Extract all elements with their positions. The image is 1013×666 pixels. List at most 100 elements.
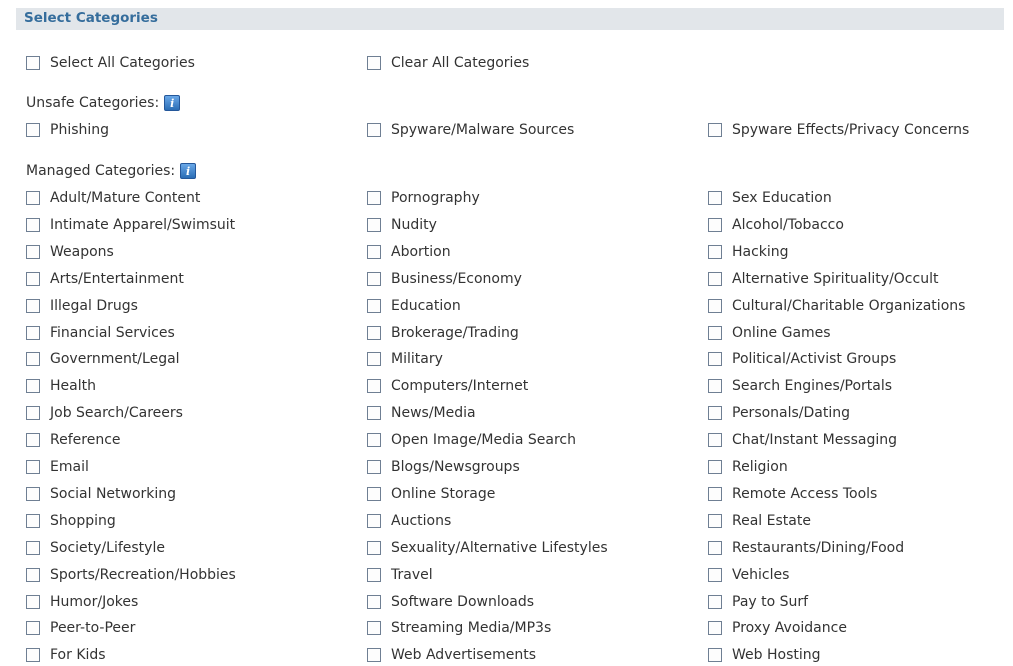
info-icon[interactable]: i: [180, 163, 197, 179]
category-checkbox-health[interactable]: Health: [26, 375, 96, 397]
category-checkbox-adult-mature-content[interactable]: Adult/Mature Content: [26, 187, 200, 209]
category-checkbox-vehicles[interactable]: Vehicles: [708, 564, 789, 586]
checkbox-box[interactable]: [367, 594, 381, 609]
checkbox-box[interactable]: [367, 271, 381, 286]
category-checkbox-financial-services[interactable]: Financial Services: [26, 322, 175, 344]
checkbox-box[interactable]: [26, 621, 40, 636]
checkbox-box[interactable]: [367, 460, 381, 474]
checkbox-box[interactable]: [708, 648, 722, 663]
category-checkbox-society-lifestyle[interactable]: Society/Lifestyle: [26, 537, 165, 559]
category-checkbox-alternative-spirituality-occult[interactable]: Alternative Spirituality/Occult: [708, 268, 938, 290]
checkbox-box[interactable]: [708, 191, 722, 205]
checkbox-box[interactable]: [26, 513, 40, 528]
checkbox-box[interactable]: [26, 433, 40, 448]
checkbox-box[interactable]: [708, 244, 722, 259]
category-checkbox-shopping[interactable]: Shopping: [26, 510, 116, 532]
category-checkbox-nudity[interactable]: Nudity: [367, 214, 437, 236]
checkbox-box[interactable]: [708, 433, 722, 448]
category-checkbox-real-estate[interactable]: Real Estate: [708, 510, 811, 532]
category-checkbox-alcohol-tobacco[interactable]: Alcohol/Tobacco: [708, 214, 844, 236]
category-checkbox-education[interactable]: Education: [367, 295, 461, 317]
category-checkbox-hacking[interactable]: Hacking: [708, 241, 789, 263]
checkbox-box[interactable]: [367, 486, 381, 501]
category-checkbox-weapons[interactable]: Weapons: [26, 241, 114, 263]
category-checkbox-peer-to-peer[interactable]: Peer-to-Peer: [26, 617, 135, 639]
select-all-checkbox[interactable]: Select All Categories: [26, 52, 195, 74]
category-checkbox-cultural-charitable-organizations[interactable]: Cultural/Charitable Organizations: [708, 295, 965, 317]
clear-all-checkbox[interactable]: Clear All Categories: [367, 52, 529, 74]
category-checkbox-government-legal[interactable]: Government/Legal: [26, 348, 180, 370]
category-checkbox-web-hosting[interactable]: Web Hosting: [708, 644, 821, 666]
checkbox-box[interactable]: [26, 352, 40, 367]
category-checkbox-business-economy[interactable]: Business/Economy: [367, 268, 522, 290]
category-checkbox-remote-access-tools[interactable]: Remote Access Tools: [708, 483, 877, 505]
checkbox-box[interactable]: [708, 594, 722, 609]
checkbox-box[interactable]: [708, 406, 722, 421]
checkbox-box[interactable]: [26, 244, 40, 259]
checkbox-box[interactable]: [708, 540, 722, 555]
category-checkbox-email[interactable]: Email: [26, 456, 89, 478]
checkbox-box[interactable]: [708, 567, 722, 582]
category-checkbox-for-kids[interactable]: For Kids: [26, 644, 106, 666]
checkbox-box[interactable]: [367, 244, 381, 259]
checkbox-box[interactable]: [26, 217, 40, 232]
checkbox-box[interactable]: [708, 325, 722, 340]
checkbox-box[interactable]: [26, 594, 40, 609]
checkbox-box[interactable]: [26, 460, 40, 474]
category-checkbox-reference[interactable]: Reference: [26, 429, 121, 451]
checkbox-box[interactable]: [367, 191, 381, 205]
checkbox-box[interactable]: [367, 56, 381, 70]
checkbox-box[interactable]: [367, 325, 381, 340]
checkbox-box[interactable]: [708, 513, 722, 528]
category-checkbox-search-engines-portals[interactable]: Search Engines/Portals: [708, 375, 892, 397]
category-checkbox-social-networking[interactable]: Social Networking: [26, 483, 176, 505]
checkbox-box[interactable]: [26, 406, 40, 421]
category-checkbox-phishing[interactable]: Phishing: [26, 119, 109, 141]
checkbox-box[interactable]: [367, 406, 381, 421]
category-checkbox-proxy-avoidance[interactable]: Proxy Avoidance: [708, 617, 847, 639]
category-checkbox-news-media[interactable]: News/Media: [367, 402, 476, 424]
category-checkbox-open-image-media-search[interactable]: Open Image/Media Search: [367, 429, 576, 451]
checkbox-box[interactable]: [367, 433, 381, 448]
checkbox-box[interactable]: [26, 325, 40, 340]
checkbox-box[interactable]: [708, 217, 722, 232]
checkbox-box[interactable]: [367, 352, 381, 367]
category-checkbox-sex-education[interactable]: Sex Education: [708, 187, 832, 209]
checkbox-box[interactable]: [708, 486, 722, 501]
category-checkbox-spyware-effects-privacy-concerns[interactable]: Spyware Effects/Privacy Concerns: [708, 119, 969, 141]
checkbox-box[interactable]: [367, 567, 381, 582]
checkbox-box[interactable]: [367, 123, 381, 137]
checkbox-box[interactable]: [26, 379, 40, 394]
checkbox-box[interactable]: [26, 567, 40, 582]
checkbox-box[interactable]: [708, 271, 722, 286]
checkbox-box[interactable]: [367, 513, 381, 528]
category-checkbox-computers-internet[interactable]: Computers/Internet: [367, 375, 528, 397]
checkbox-box[interactable]: [367, 621, 381, 636]
category-checkbox-web-advertisements[interactable]: Web Advertisements: [367, 644, 536, 666]
checkbox-box[interactable]: [367, 540, 381, 555]
checkbox-box[interactable]: [26, 271, 40, 286]
checkbox-box[interactable]: [708, 352, 722, 367]
category-checkbox-arts-entertainment[interactable]: Arts/Entertainment: [26, 268, 184, 290]
checkbox-box[interactable]: [26, 191, 40, 205]
category-checkbox-military[interactable]: Military: [367, 348, 443, 370]
category-checkbox-auctions[interactable]: Auctions: [367, 510, 451, 532]
category-checkbox-humor-jokes[interactable]: Humor/Jokes: [26, 591, 138, 613]
checkbox-box[interactable]: [367, 379, 381, 394]
category-checkbox-restaurants-dining-food[interactable]: Restaurants/Dining/Food: [708, 537, 904, 559]
category-checkbox-blogs-newsgroups[interactable]: Blogs/Newsgroups: [367, 456, 520, 478]
checkbox-box[interactable]: [26, 648, 40, 663]
category-checkbox-religion[interactable]: Religion: [708, 456, 788, 478]
category-checkbox-job-search-careers[interactable]: Job Search/Careers: [26, 402, 183, 424]
category-checkbox-pornography[interactable]: Pornography: [367, 187, 480, 209]
checkbox-box[interactable]: [708, 298, 722, 313]
category-checkbox-software-downloads[interactable]: Software Downloads: [367, 591, 534, 613]
category-checkbox-chat-instant-messaging[interactable]: Chat/Instant Messaging: [708, 429, 897, 451]
category-checkbox-sports-recreation-hobbies[interactable]: Sports/Recreation/Hobbies: [26, 564, 236, 586]
checkbox-box[interactable]: [708, 460, 722, 474]
checkbox-box[interactable]: [708, 123, 722, 137]
checkbox-box[interactable]: [708, 379, 722, 394]
checkbox-box[interactable]: [367, 648, 381, 663]
checkbox-box[interactable]: [708, 621, 722, 636]
category-checkbox-online-games[interactable]: Online Games: [708, 322, 831, 344]
